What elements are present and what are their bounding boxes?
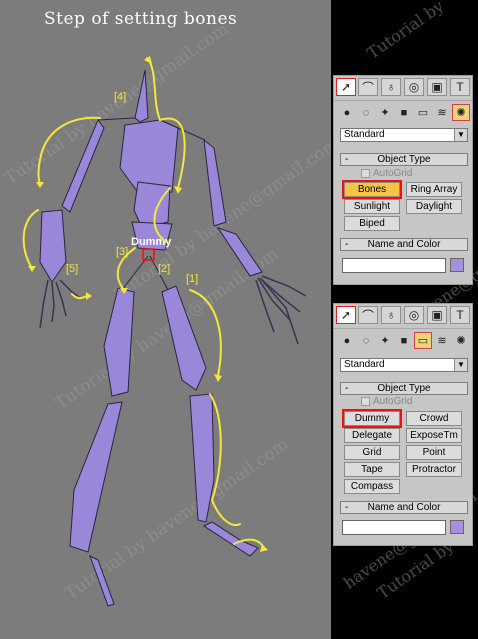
category-dropdown-value: Standard [344, 129, 385, 140]
compass-button[interactable]: Compass [344, 479, 400, 494]
exposetm-button[interactable]: ExposeTm [406, 428, 462, 443]
modify-tab-icon[interactable]: ⌒ [358, 78, 378, 96]
command-panel-helpers: ➚ ⌒ ♁ ◎ ▣ T ● ◌ ✦ ■ ▭ ≋ ✺ Standard ▼ - O… [333, 303, 473, 546]
step-label-1: [1] [186, 273, 198, 285]
protractor-button[interactable]: Protractor [406, 462, 462, 477]
object-name-input[interactable] [342, 258, 446, 273]
checkbox-icon [361, 168, 370, 178]
collapse-icon: - [345, 502, 349, 513]
point-button[interactable]: Point [406, 445, 462, 460]
object-type-rollout[interactable]: - Object Type [340, 153, 468, 166]
shapes-icon[interactable]: ◌ [357, 332, 375, 349]
name-color-rollout[interactable]: - Name and Color [340, 501, 468, 514]
crowd-button[interactable]: Crowd [406, 411, 462, 426]
ring-array-button[interactable]: Ring Array [406, 182, 462, 197]
watermark-1: Tutorial by havene@gmail.com [1, 19, 232, 189]
geometry-icon[interactable]: ● [338, 332, 356, 349]
spine-bone [133, 181, 171, 229]
step-label-2: [2] [158, 263, 170, 275]
systems-icon[interactable]: ✺ [452, 104, 470, 121]
spacewarps-icon[interactable]: ≋ [433, 104, 451, 121]
create-tab-icon[interactable]: ➚ [336, 78, 356, 96]
lights-icon[interactable]: ✦ [376, 332, 394, 349]
right-upper-arm-bone [203, 138, 227, 227]
autogrid-checkbox[interactable]: AutoGrid [361, 396, 412, 407]
subcategory-row: ● ◌ ✦ ■ ▭ ≋ ✺ [334, 328, 472, 353]
collapse-icon: - [345, 239, 349, 250]
cameras-icon[interactable]: ■ [395, 104, 413, 121]
step-label-3: [3] [116, 246, 128, 258]
sunlight-button[interactable]: Sunlight [344, 199, 400, 214]
rollout-title: Name and Color [367, 502, 441, 513]
object-name-input[interactable] [342, 520, 446, 535]
motion-tab-icon[interactable]: ◎ [404, 306, 424, 324]
category-dropdown-value: Standard [344, 359, 385, 370]
step-label-4: [4] [114, 91, 126, 103]
step-label-5: [5] [66, 263, 78, 275]
display-tab-icon[interactable]: ▣ [427, 306, 447, 324]
daylight-button[interactable]: Daylight [406, 199, 462, 214]
autogrid-checkbox[interactable]: AutoGrid [361, 168, 412, 179]
category-dropdown[interactable]: Standard ▼ [340, 358, 468, 372]
create-tab-icon[interactable]: ➚ [336, 306, 356, 324]
modify-tab-icon[interactable]: ⌒ [358, 306, 378, 324]
rollout-title: Object Type [377, 154, 431, 165]
name-color-rollout[interactable]: - Name and Color [340, 238, 468, 251]
tape-button[interactable]: Tape [344, 462, 400, 477]
category-dropdown[interactable]: Standard ▼ [340, 128, 468, 142]
chevron-down-icon[interactable]: ▼ [454, 129, 467, 141]
checkbox-icon [361, 396, 370, 406]
systems-icon[interactable]: ✺ [452, 332, 470, 349]
left-shin-bone [69, 401, 123, 553]
grid-button[interactable]: Grid [344, 445, 400, 460]
cameras-icon[interactable]: ■ [395, 332, 413, 349]
autogrid-label: AutoGrid [373, 396, 413, 407]
hierarchy-tab-icon[interactable]: ♁ [381, 306, 401, 324]
shapes-icon[interactable]: ◌ [357, 104, 375, 121]
rollout-title: Name and Color [367, 239, 441, 250]
geometry-icon[interactable]: ● [338, 104, 356, 121]
utilities-tab-icon[interactable]: T [450, 78, 470, 96]
viewport[interactable]: Step of setting bones Tutorial by havene… [0, 0, 331, 639]
object-color-swatch[interactable] [450, 258, 464, 272]
command-tabs: ➚ ⌒ ♁ ◎ ▣ T [334, 304, 472, 326]
command-tabs: ➚ ⌒ ♁ ◎ ▣ T [334, 76, 472, 98]
rollout-title: Object Type [377, 383, 431, 394]
biped-button[interactable]: Biped [344, 216, 400, 231]
autogrid-label: AutoGrid [373, 168, 413, 179]
lights-icon[interactable]: ✦ [376, 104, 394, 121]
delegate-button[interactable]: Delegate [344, 428, 400, 443]
helpers-icon[interactable]: ▭ [414, 332, 432, 349]
collapse-icon: - [345, 154, 349, 165]
collapse-icon: - [345, 383, 349, 394]
object-color-swatch[interactable] [450, 520, 464, 534]
chevron-down-icon[interactable]: ▼ [454, 359, 467, 371]
strip-watermark-1: Tutorial by [363, 0, 448, 63]
spacewarps-icon[interactable]: ≋ [433, 332, 451, 349]
display-tab-icon[interactable]: ▣ [427, 78, 447, 96]
highlight-box [342, 409, 402, 428]
motion-tab-icon[interactable]: ◎ [404, 78, 424, 96]
highlight-box [342, 180, 402, 199]
subcategory-row: ● ◌ ✦ ■ ▭ ≋ ✺ [334, 100, 472, 125]
bone-skeleton: Tutorial by havene@gmail.com Tutorial by… [1, 19, 331, 607]
command-panel-systems: ➚ ⌒ ♁ ◎ ▣ T ● ◌ ✦ ■ ▭ ≋ ✺ Standard ▼ - O… [333, 75, 473, 285]
helpers-icon[interactable]: ▭ [414, 104, 432, 121]
utilities-tab-icon[interactable]: T [450, 306, 470, 324]
hierarchy-tab-icon[interactable]: ♁ [381, 78, 401, 96]
object-type-rollout[interactable]: - Object Type [340, 382, 468, 395]
left-forearm-bone [39, 209, 67, 283]
